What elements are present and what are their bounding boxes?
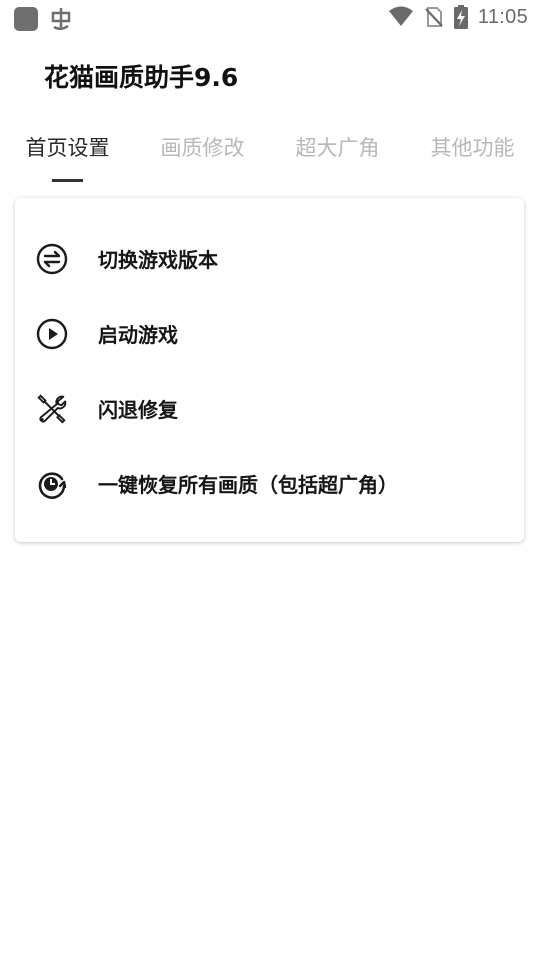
tab-home-settings[interactable]: 首页设置 bbox=[0, 128, 135, 168]
status-bar: 11:05 bbox=[0, 0, 540, 36]
menu-item-restore-all-quality[interactable]: 一键恢复所有画质（包括超广角） bbox=[15, 446, 524, 521]
battery-charging-icon bbox=[453, 5, 468, 29]
menu-card: 切换游戏版本 启动游戏 闪退修复 一键恢复所有画质（包括超广角） bbox=[15, 198, 524, 542]
active-tab-indicator bbox=[52, 179, 83, 182]
tab-quality-modify[interactable]: 画质修改 bbox=[135, 128, 270, 168]
bug-icon bbox=[51, 8, 71, 30]
menu-item-launch-game[interactable]: 启动游戏 bbox=[15, 296, 524, 371]
app-square-icon bbox=[14, 7, 38, 31]
tab-bar: 首页设置 画质修改 超大广角 其他功能 bbox=[0, 128, 540, 184]
menu-item-crash-repair[interactable]: 闪退修复 bbox=[15, 371, 524, 446]
no-sim-icon bbox=[425, 7, 443, 27]
restore-icon bbox=[35, 467, 69, 501]
play-circle-icon bbox=[35, 317, 69, 351]
tab-wide-angle[interactable]: 超大广角 bbox=[270, 128, 405, 168]
menu-item-label: 启动游戏 bbox=[98, 323, 178, 347]
tab-other-functions[interactable]: 其他功能 bbox=[405, 128, 540, 168]
menu-item-label: 闪退修复 bbox=[98, 398, 178, 422]
status-time: 11:05 bbox=[477, 5, 528, 28]
menu-item-label: 一键恢复所有画质（包括超广角） bbox=[98, 473, 398, 497]
menu-item-switch-version[interactable]: 切换游戏版本 bbox=[15, 221, 524, 296]
app-title: 花猫画质助手9.6 bbox=[44, 63, 239, 92]
switch-arrows-icon bbox=[35, 242, 69, 276]
wifi-icon bbox=[388, 6, 413, 26]
menu-item-label: 切换游戏版本 bbox=[98, 248, 218, 272]
tools-icon bbox=[35, 392, 69, 426]
